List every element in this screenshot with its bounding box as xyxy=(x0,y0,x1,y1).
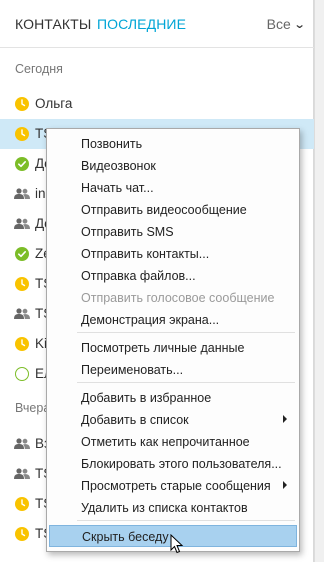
submenu-arrow-icon xyxy=(283,481,287,489)
menu-item: Отправить голосовое сообщение xyxy=(49,287,297,309)
menu-item[interactable]: Просмотреть старые сообщения xyxy=(49,475,297,497)
menu-item-label: Скрыть беседу xyxy=(82,530,169,544)
group-chat-icon xyxy=(14,308,30,322)
menu-item-label: Просмотреть старые сообщения xyxy=(81,479,271,493)
group-chat-icon xyxy=(14,438,30,452)
filter-dropdown[interactable]: Все ⌄ xyxy=(266,16,306,32)
menu-item-label: Отправка файлов... xyxy=(81,269,196,283)
menu-separator xyxy=(77,520,295,521)
conversation-name: Ольга xyxy=(35,96,73,111)
menu-item-label: Посмотреть личные данные xyxy=(81,341,245,355)
menu-item[interactable]: Посмотреть личные данные xyxy=(49,337,297,359)
mouse-cursor-icon xyxy=(170,534,184,554)
menu-item[interactable]: Демонстрация экрана... xyxy=(49,309,297,331)
menu-item[interactable]: Добавить в список xyxy=(49,409,297,431)
tab-contacts[interactable]: КОНТАКТЫ xyxy=(15,16,91,32)
presence-away-icon xyxy=(15,497,29,511)
menu-item[interactable]: Удалить из списка контактов xyxy=(49,497,297,519)
menu-item[interactable]: Блокировать этого пользователя... xyxy=(49,453,297,475)
menu-item[interactable]: Отправить SMS xyxy=(49,221,297,243)
menu-item-label: Отправить видеосообщение xyxy=(81,203,247,217)
filter-label: Все xyxy=(266,16,291,32)
menu-item-label: Позвонить xyxy=(81,137,143,151)
conversation-name: in xyxy=(35,186,46,201)
presence-away-icon xyxy=(15,97,29,111)
presence-away-icon xyxy=(15,277,29,291)
menu-item-label: Отметить как непрочитанное xyxy=(81,435,250,449)
tab-recent[interactable]: ПОСЛЕДНИЕ xyxy=(97,16,186,32)
menu-item-label: Добавить в избранное xyxy=(81,391,212,405)
menu-item-label: Блокировать этого пользователя... xyxy=(81,457,282,471)
conversation-row[interactable]: Ольга xyxy=(0,89,314,119)
submenu-arrow-icon xyxy=(283,415,287,423)
menu-separator xyxy=(77,332,295,333)
menu-item-label: Видеозвонок xyxy=(81,159,156,173)
menu-item-label: Переименовать... xyxy=(81,363,184,377)
presence-away-icon xyxy=(15,337,29,351)
menu-item[interactable]: Добавить в избранное xyxy=(49,387,297,409)
menu-item[interactable]: Позвонить xyxy=(49,133,297,155)
group-chat-icon xyxy=(14,218,30,232)
menu-item-label: Добавить в список xyxy=(81,413,189,427)
scrollbar[interactable] xyxy=(314,0,324,562)
menu-item[interactable]: Отправка файлов... xyxy=(49,265,297,287)
section-header-today: Сегодня xyxy=(15,62,63,76)
menu-item-label: Удалить из списка контактов xyxy=(81,501,248,515)
menu-item[interactable]: Отправить видеосообщение xyxy=(49,199,297,221)
tab-bar: КОНТАКТЫ ПОСЛЕДНИЕ Все ⌄ xyxy=(0,0,314,48)
presence-away-icon xyxy=(15,527,29,541)
group-chat-icon xyxy=(14,188,30,202)
menu-item-label: Отправить SMS xyxy=(81,225,174,239)
menu-item-label: Отправить контакты... xyxy=(81,247,210,261)
presence-away-icon xyxy=(15,127,29,141)
menu-item-label: Начать чат... xyxy=(81,181,154,195)
group-chat-icon xyxy=(14,468,30,482)
presence-offline-icon xyxy=(15,367,29,381)
menu-separator xyxy=(77,382,295,383)
menu-item[interactable]: Отправить контакты... xyxy=(49,243,297,265)
context-menu: Позвонить Видеозвонок Начать чат... Отправи… xyxy=(46,128,300,552)
menu-item[interactable]: Отметить как непрочитанное xyxy=(49,431,297,453)
chevron-down-icon: ⌄ xyxy=(293,18,306,31)
menu-item[interactable]: Видеозвонок xyxy=(49,155,297,177)
section-header-yesterday: Вчера xyxy=(15,401,51,415)
menu-item[interactable]: Переименовать... xyxy=(49,359,297,381)
presence-online-icon xyxy=(15,247,29,261)
menu-item-label: Отправить голосовое сообщение xyxy=(81,291,275,305)
presence-online-icon xyxy=(15,157,29,171)
menu-item[interactable]: Начать чат... xyxy=(49,177,297,199)
menu-item-label: Демонстрация экрана... xyxy=(81,313,220,327)
